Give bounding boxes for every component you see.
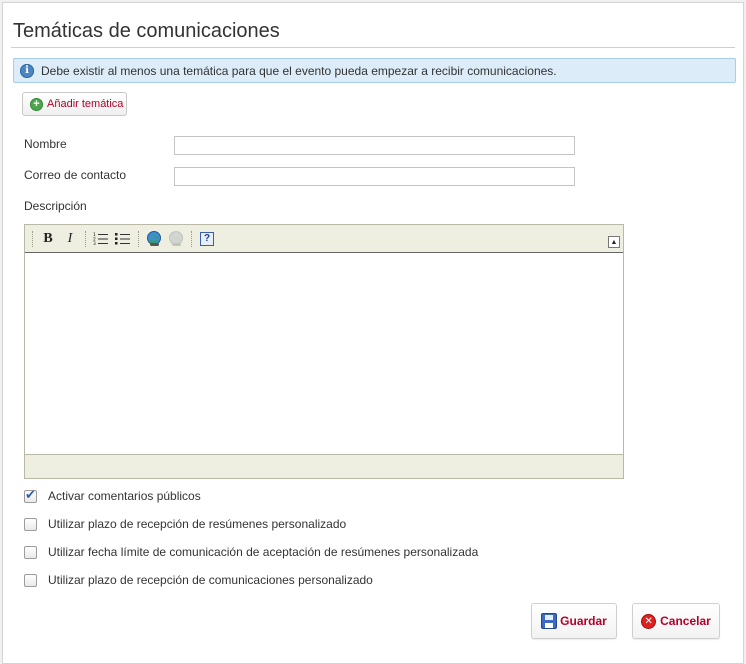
help-button[interactable]: ? [196,229,218,249]
custom-abstract-deadline-label: Utilizar plazo de recepción de resúmenes… [48,517,347,531]
custom-communications-deadline-label: Utilizar plazo de recepción de comunicac… [48,573,373,587]
contact-email-input[interactable] [174,167,575,186]
save-button-label: Guardar [560,614,607,628]
custom-communications-deadline-checkbox[interactable] [24,573,37,587]
info-message-text: Debe existir al menos una temática para … [41,63,557,78]
info-icon: i [20,63,34,78]
name-label: Nombre [24,137,67,151]
description-editor: B I 1 2 3 ? ▲ [24,224,624,479]
unordered-list-icon[interactable] [112,229,134,249]
name-input[interactable] [174,136,575,155]
info-message: i Debe existir al menos una temática par… [13,58,736,83]
italic-icon[interactable]: I [59,229,81,249]
cancel-circle-icon: ✕ [641,613,657,629]
contact-email-label: Correo de contacto [24,168,127,182]
plus-circle-icon: + [30,97,43,111]
toolbar-separator [32,230,33,247]
custom-communications-deadline-option[interactable]: Utilizar plazo de recepción de comunicac… [24,573,373,587]
link-icon[interactable] [143,229,165,249]
custom-acceptance-deadline-option[interactable]: Utilizar fecha límite de comunicación de… [24,545,478,559]
bold-icon[interactable]: B [37,229,59,249]
description-label: Descripción [24,199,87,213]
custom-acceptance-deadline-checkbox[interactable] [24,545,37,559]
floppy-disk-icon [541,613,558,629]
toolbar-separator [138,230,139,247]
save-button[interactable]: Guardar [531,603,617,639]
cancel-button[interactable]: ✕ Cancelar [632,603,720,639]
add-topic-label: Añadir temática [47,98,124,110]
unlink-icon[interactable] [165,229,187,249]
editor-toolbar: B I 1 2 3 ? [25,225,623,252]
custom-acceptance-deadline-label: Utilizar fecha límite de comunicación de… [48,545,479,559]
public-comments-option[interactable]: Activar comentarios públicos [24,487,201,503]
editor-status-bar [25,455,623,478]
add-topic-button[interactable]: + Añadir temática [22,92,127,116]
page-title: Temáticas de comunicaciones [13,20,280,42]
topics-panel: Temáticas de comunicaciones i Debe exist… [2,2,744,664]
help-icon: ? [200,231,214,246]
svg-text:3: 3 [93,241,96,246]
collapse-toolbar-icon[interactable]: ▲ [608,236,620,248]
custom-abstract-deadline-option[interactable]: Utilizar plazo de recepción de resúmenes… [24,517,346,531]
toolbar-separator [191,230,192,247]
title-divider [11,47,735,48]
public-comments-checkbox[interactable] [24,487,37,503]
public-comments-label: Activar comentarios públicos [48,489,201,503]
toolbar-separator [85,230,86,247]
description-textarea[interactable] [25,252,623,455]
cancel-button-label: Cancelar [660,614,711,628]
custom-abstract-deadline-checkbox[interactable] [24,517,37,531]
ordered-list-icon[interactable]: 1 2 3 [90,229,112,249]
